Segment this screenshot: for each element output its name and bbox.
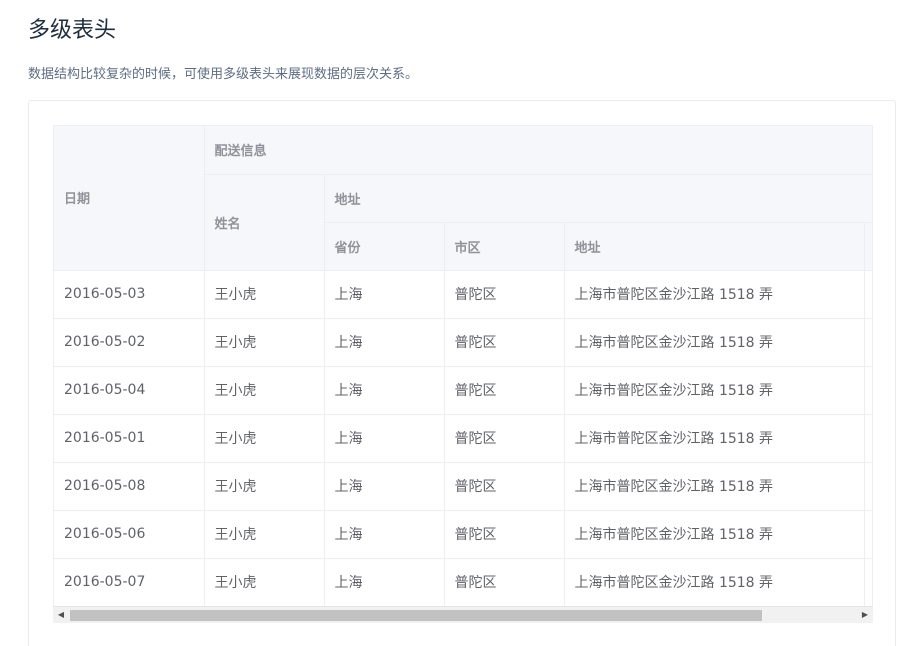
cell-name: 王小虎 [204, 318, 325, 367]
cell-extra [864, 558, 872, 607]
horizontal-scrollbar[interactable]: ◀ ▶ [53, 606, 873, 623]
scroll-thumb[interactable] [70, 610, 762, 621]
page-title: 多级表头 [28, 18, 117, 43]
cell-province: 上海 [324, 270, 445, 319]
cell-province: 上海 [324, 510, 445, 559]
table-row[interactable]: 2016-05-07 王小虎 上海 普陀区 上海市普陀区金沙江路 1518 弄 [54, 558, 872, 607]
cell-address: 上海市普陀区金沙江路 1518 弄 [564, 270, 865, 319]
cell-date: 2016-05-03 [54, 270, 205, 319]
cell-extra [864, 414, 872, 463]
cell-province: 上海 [324, 558, 445, 607]
cell-city: 普陀区 [444, 558, 565, 607]
cell-name: 王小虎 [204, 510, 325, 559]
table-row[interactable]: 2016-05-01 王小虎 上海 普陀区 上海市普陀区金沙江路 1518 弄 [54, 414, 872, 463]
cell-extra [864, 510, 872, 559]
header-extra [864, 222, 872, 271]
cell-address: 上海市普陀区金沙江路 1518 弄 [564, 366, 865, 415]
demo-block: 日期 配送信息 姓名 地址 省份 市区 地址 2016-05-03 王小虎 上海… [28, 100, 896, 646]
cell-extra [864, 318, 872, 367]
cell-name: 王小虎 [204, 414, 325, 463]
header-name[interactable]: 姓名 [204, 174, 325, 271]
table-row[interactable]: 2016-05-02 王小虎 上海 普陀区 上海市普陀区金沙江路 1518 弄 [54, 318, 872, 367]
cell-extra [864, 270, 872, 319]
header-date[interactable]: 日期 [54, 126, 205, 271]
scroll-right-arrow-icon[interactable]: ▶ [857, 607, 873, 623]
cell-city: 普陀区 [444, 510, 565, 559]
cell-city: 普陀区 [444, 270, 565, 319]
table-container: 日期 配送信息 姓名 地址 省份 市区 地址 2016-05-03 王小虎 上海… [53, 125, 873, 623]
cell-extra [864, 462, 872, 511]
cell-province: 上海 [324, 318, 445, 367]
cell-extra [864, 366, 872, 415]
cell-province: 上海 [324, 366, 445, 415]
cell-address: 上海市普陀区金沙江路 1518 弄 [564, 510, 865, 559]
header-delivery-info[interactable]: 配送信息 [204, 126, 872, 175]
cell-address: 上海市普陀区金沙江路 1518 弄 [564, 462, 865, 511]
page: 多级表头 数据结构比较复杂的时候，可使用多级表头来展现数据的层次关系。 日期 配… [0, 0, 902, 646]
table-row[interactable]: 2016-05-03 王小虎 上海 普陀区 上海市普陀区金沙江路 1518 弄 [54, 270, 872, 319]
table-row[interactable]: 2016-05-06 王小虎 上海 普陀区 上海市普陀区金沙江路 1518 弄 [54, 510, 872, 559]
cell-city: 普陀区 [444, 414, 565, 463]
header-province[interactable]: 省份 [324, 222, 445, 271]
cell-date: 2016-05-06 [54, 510, 205, 559]
table-row[interactable]: 2016-05-04 王小虎 上海 普陀区 上海市普陀区金沙江路 1518 弄 [54, 366, 872, 415]
cell-city: 普陀区 [444, 318, 565, 367]
cell-date: 2016-05-07 [54, 558, 205, 607]
cell-province: 上海 [324, 462, 445, 511]
multi-header-table: 日期 配送信息 姓名 地址 省份 市区 地址 2016-05-03 王小虎 上海… [54, 126, 872, 607]
cell-province: 上海 [324, 414, 445, 463]
cell-date: 2016-05-02 [54, 318, 205, 367]
cell-city: 普陀区 [444, 366, 565, 415]
cell-name: 王小虎 [204, 270, 325, 319]
scroll-left-arrow-icon[interactable]: ◀ [53, 607, 69, 623]
cell-address: 上海市普陀区金沙江路 1518 弄 [564, 318, 865, 367]
cell-name: 王小虎 [204, 558, 325, 607]
table-body: 2016-05-03 王小虎 上海 普陀区 上海市普陀区金沙江路 1518 弄 … [54, 270, 872, 607]
cell-name: 王小虎 [204, 366, 325, 415]
table-header: 日期 配送信息 姓名 地址 省份 市区 地址 [54, 126, 872, 271]
table-row[interactable]: 2016-05-08 王小虎 上海 普陀区 上海市普陀区金沙江路 1518 弄 [54, 462, 872, 511]
header-address[interactable]: 地址 [564, 222, 865, 271]
page-description: 数据结构比较复杂的时候，可使用多级表头来展现数据的层次关系。 [28, 67, 419, 82]
cell-address: 上海市普陀区金沙江路 1518 弄 [564, 558, 865, 607]
cell-date: 2016-05-04 [54, 366, 205, 415]
cell-date: 2016-05-01 [54, 414, 205, 463]
cell-name: 王小虎 [204, 462, 325, 511]
header-city[interactable]: 市区 [444, 222, 565, 271]
header-address-group[interactable]: 地址 [324, 174, 872, 223]
cell-address: 上海市普陀区金沙江路 1518 弄 [564, 414, 865, 463]
cell-city: 普陀区 [444, 462, 565, 511]
cell-date: 2016-05-08 [54, 462, 205, 511]
